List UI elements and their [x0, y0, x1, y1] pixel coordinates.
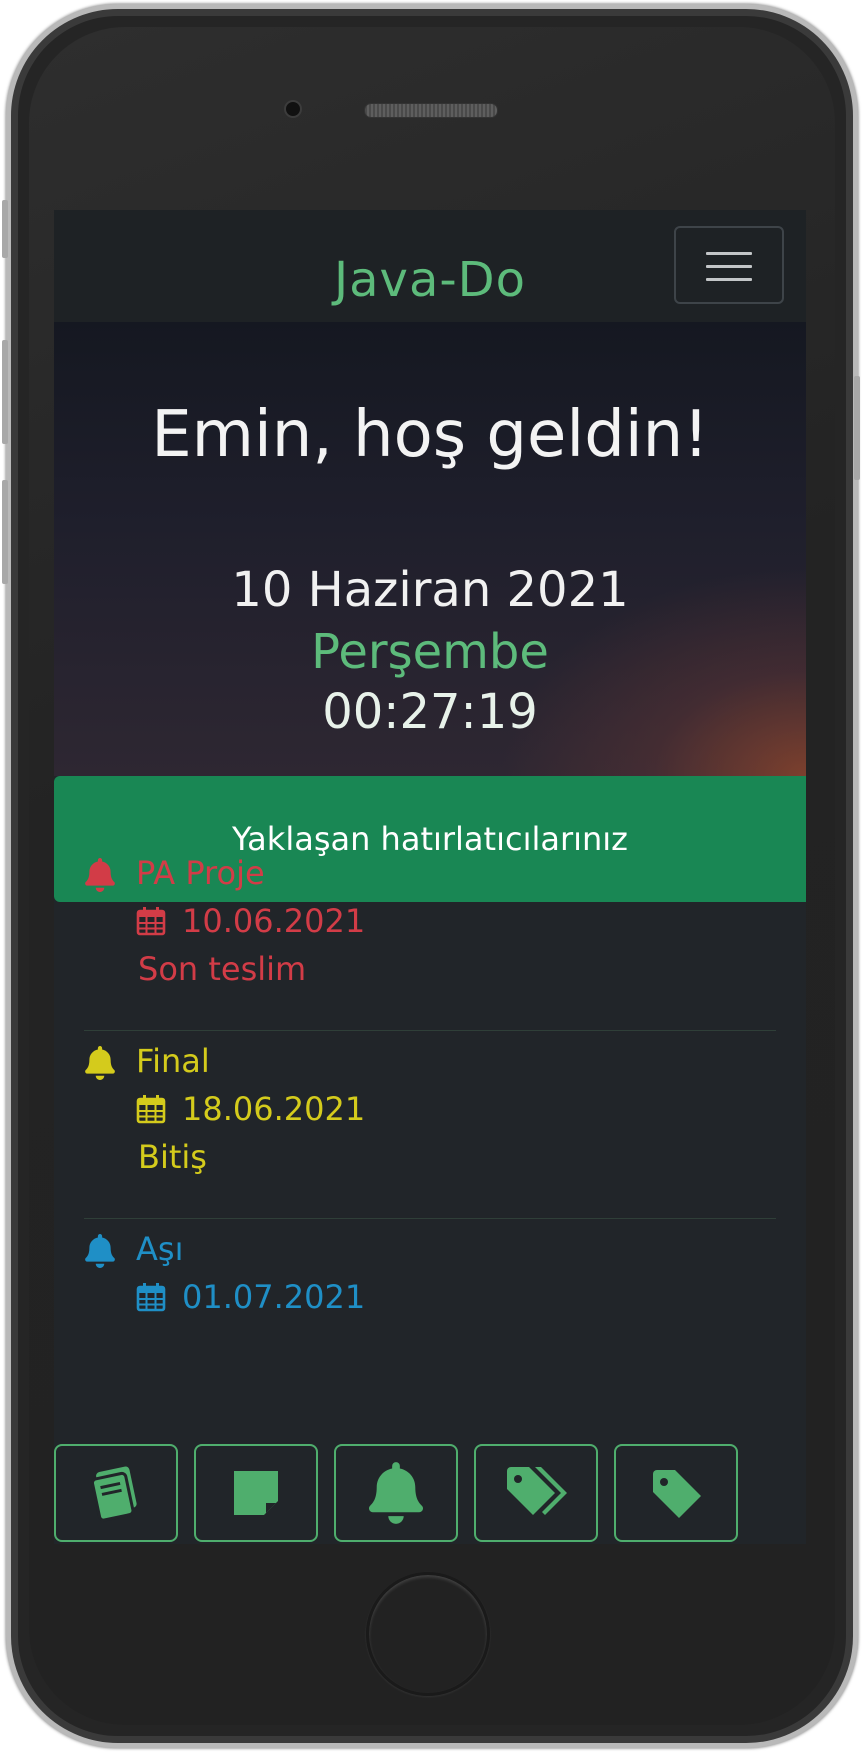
- welcome-hero: Emin, hoş geldin! 10 Haziran 2021 Perşem…: [54, 322, 806, 776]
- volume-up-button: [2, 340, 8, 444]
- calendar-icon: [136, 1095, 166, 1124]
- current-time: 00:27:19: [322, 684, 538, 740]
- list-divider: [84, 1218, 776, 1219]
- tags-icon: [507, 1467, 567, 1515]
- reminder-date: 10.06.2021: [182, 902, 366, 940]
- reminder-date: 01.07.2021: [182, 1278, 366, 1316]
- nav-notes-button[interactable]: [194, 1444, 318, 1542]
- reminder-title: Final: [136, 1042, 210, 1080]
- menu-bar-icon: [706, 278, 752, 281]
- menu-bar-icon: [706, 252, 752, 255]
- reminder-description: Bitiş: [138, 1138, 207, 1176]
- reminder-item[interactable]: Final 18.06.2021 Bitiş: [84, 1042, 776, 1246]
- earpiece-speaker: [364, 103, 498, 118]
- power-button: [854, 376, 860, 480]
- reminder-date: 18.06.2021: [182, 1090, 366, 1128]
- list-divider: [84, 1030, 776, 1031]
- reminder-title: Aşı: [136, 1230, 184, 1268]
- reminder-title: PA Proje: [136, 854, 265, 892]
- book-icon: [90, 1466, 137, 1522]
- bell-icon: [369, 1462, 423, 1524]
- front-camera: [284, 100, 302, 118]
- calendar-icon: [136, 1283, 166, 1312]
- app-screen: Java-Do Emin, hoş geldin! 10 Haziran 202…: [54, 210, 806, 1544]
- home-button[interactable]: [366, 1572, 490, 1696]
- reminder-description: Son teslim: [138, 950, 307, 988]
- current-date: 10 Haziran 2021: [231, 562, 629, 618]
- reminder-item[interactable]: PA Proje 10.06.2021 Son teslim: [84, 854, 776, 1058]
- bell-icon: [85, 1046, 115, 1080]
- tag-icon: [653, 1470, 701, 1518]
- nav-notebook-button[interactable]: [54, 1444, 178, 1542]
- mute-switch: [2, 200, 8, 258]
- bell-icon: [85, 1234, 115, 1268]
- nav-reminders-button[interactable]: [334, 1444, 458, 1542]
- menu-bar-icon: [706, 265, 752, 268]
- sticky-note-icon: [234, 1471, 278, 1515]
- nav-tags-button[interactable]: [474, 1444, 598, 1542]
- current-weekday: Perşembe: [311, 624, 549, 680]
- reminder-item[interactable]: Aşı 01.07.2021: [84, 1230, 776, 1434]
- hamburger-menu-button[interactable]: [674, 226, 784, 304]
- bell-icon: [85, 858, 115, 892]
- calendar-icon: [136, 907, 166, 936]
- bottom-navigation: [54, 1444, 806, 1544]
- volume-down-button: [2, 480, 8, 584]
- welcome-heading: Emin, hoş geldin!: [151, 398, 709, 472]
- nav-tag-button[interactable]: [614, 1444, 738, 1542]
- navbar: Java-Do: [54, 210, 806, 322]
